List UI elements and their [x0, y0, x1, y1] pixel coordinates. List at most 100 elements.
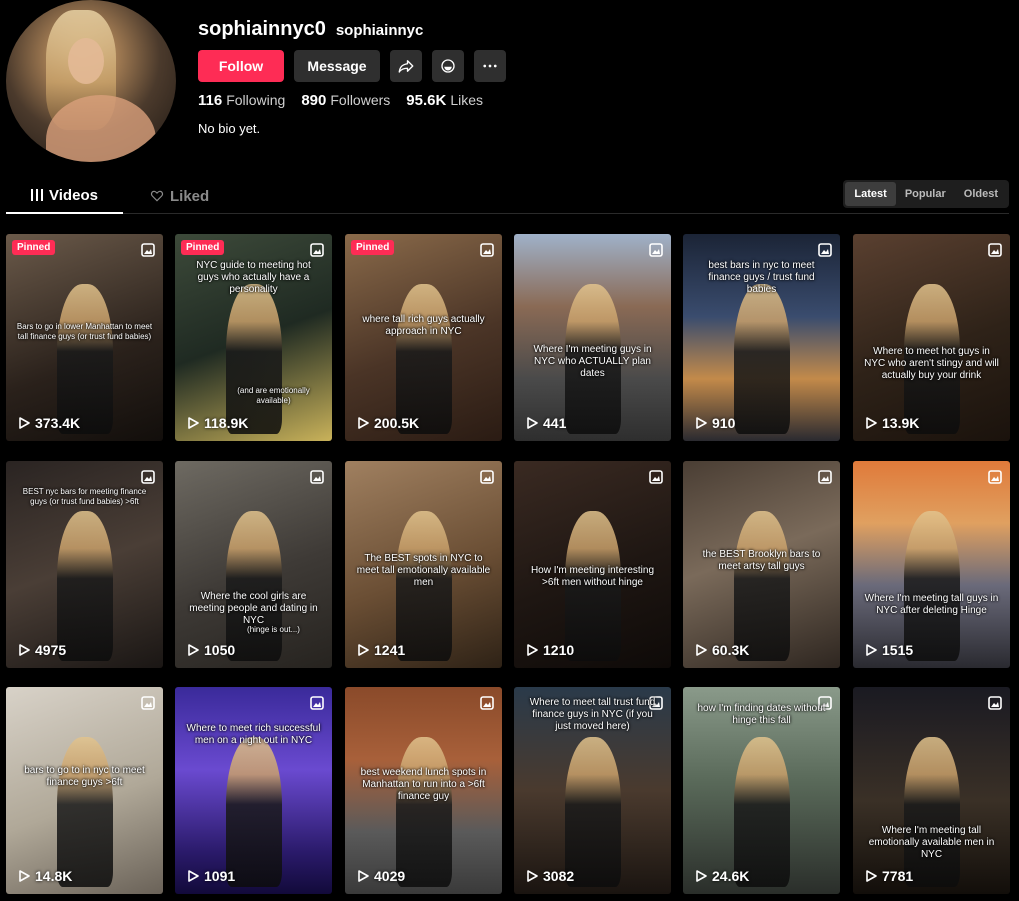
profile-bio: No bio yet. [198, 121, 261, 136]
sort-latest[interactable]: Latest [845, 182, 896, 206]
play-icon [19, 644, 30, 656]
thumbnail-figure [56, 511, 113, 661]
share-button[interactable] [390, 50, 422, 82]
view-count: 60.3K [695, 642, 749, 658]
nickname: sophiainnyc [335, 22, 424, 39]
video-card[interactable]: Where to meet tall trust fund finance gu… [514, 687, 671, 894]
thumbnail-figure [903, 511, 960, 661]
gallery-icon [480, 696, 494, 710]
view-count-value: 1091 [204, 868, 236, 884]
video-card[interactable]: best weekend lunch spots in Manhattan to… [345, 687, 502, 894]
view-count: 7781 [865, 868, 913, 884]
video-caption: Where I'm meeting guys in NYC who ACTUAL… [533, 344, 652, 379]
play-icon [527, 644, 538, 656]
video-caption: Bars to go in lower Manhattan to meet ta… [16, 322, 153, 341]
video-caption: Where to meet tall trust fund finance gu… [529, 697, 656, 732]
followers-stat[interactable]: 890 Followers [301, 92, 390, 109]
play-icon [358, 870, 369, 882]
sort-oldest[interactable]: Oldest [955, 182, 1007, 206]
gallery-icon [649, 470, 663, 484]
profile-stats: 116 Following 890 Followers 95.6K Likes [198, 92, 483, 109]
thumbnail-figure [56, 737, 113, 887]
thumbnail-figure [733, 511, 790, 661]
video-card[interactable]: best bars in nyc to meet finance guys / … [683, 234, 840, 441]
gallery-icon [988, 470, 1002, 484]
gallery-icon [480, 243, 494, 257]
video-card[interactable]: BEST nyc bars for meeting finance guys (… [6, 461, 163, 668]
video-caption: where tall rich guys actually approach i… [362, 314, 485, 337]
view-count-value: 1515 [882, 642, 914, 658]
gallery-icon [480, 470, 494, 484]
view-count: 118.9K [187, 415, 248, 431]
tab-videos-label: Videos [49, 186, 98, 204]
video-card[interactable]: the BEST Brooklyn bars to meet artsy tal… [683, 461, 840, 668]
thumbnail-figure [903, 737, 960, 887]
view-count: 1050 [187, 642, 235, 658]
video-card[interactable]: Where to meet rich successful men on a n… [175, 687, 332, 894]
tab-videos[interactable]: Videos [6, 178, 123, 214]
view-count: 13.9K [865, 415, 919, 431]
play-icon [188, 870, 199, 882]
view-count-value: 24.6K [712, 868, 750, 884]
following-stat[interactable]: 116 Following [198, 92, 285, 109]
video-card[interactable]: Where I'm meeting guys in NYC who ACTUAL… [514, 234, 671, 441]
view-count-value: 14.8K [35, 868, 73, 884]
video-card[interactable]: Where I'm meeting tall guys in NYC after… [853, 461, 1010, 668]
view-count: 24.6K [695, 868, 749, 884]
video-card[interactable]: Pinned NYC guide to meeting hot guys who … [175, 234, 332, 441]
more-dots-icon [483, 64, 497, 68]
view-count: 200.5K [357, 415, 419, 431]
more-options-button[interactable] [474, 50, 506, 82]
gallery-icon [310, 696, 324, 710]
video-caption: Where to meet rich successful men on a n… [186, 723, 321, 746]
video-caption: The BEST spots in NYC to meet tall emoti… [356, 553, 491, 588]
follow-button[interactable]: Follow [198, 50, 284, 82]
view-count: 3082 [526, 868, 574, 884]
sort-popular[interactable]: Popular [896, 182, 955, 206]
play-icon [866, 644, 877, 656]
view-count: 1515 [865, 642, 913, 658]
video-caption: Where I'm meeting tall guys in NYC after… [864, 593, 999, 616]
thumbnail-figure [733, 737, 790, 887]
view-count-value: 200.5K [374, 415, 420, 431]
view-count-value: 373.4K [35, 415, 81, 431]
gallery-icon [818, 470, 832, 484]
video-caption: Where to meet hot guys in NYC who aren't… [864, 346, 999, 381]
view-count-value: 4029 [374, 868, 406, 884]
video-card[interactable]: Where the cool girls are meeting people … [175, 461, 332, 668]
video-card[interactable]: Where to meet hot guys in NYC who aren't… [853, 234, 1010, 441]
video-card[interactable]: how I'm finding dates without hinge this… [683, 687, 840, 894]
gallery-icon [141, 243, 155, 257]
view-count-value: 441 [543, 415, 567, 431]
thumbnail-figure [564, 737, 621, 887]
profile-avatar[interactable] [6, 0, 176, 162]
video-card[interactable]: bars to go to in nyc to meet finance guy… [6, 687, 163, 894]
play-icon [19, 870, 30, 882]
message-button[interactable]: Message [294, 50, 380, 82]
thumbnail-figure [225, 284, 282, 434]
video-card[interactable]: Where I'm meeting tall emotionally avail… [853, 687, 1010, 894]
grid-icon [31, 189, 44, 201]
tab-liked[interactable]: Liked [150, 178, 209, 214]
thumbnail-figure [733, 284, 790, 434]
video-card[interactable]: The BEST spots in NYC to meet tall emoti… [345, 461, 502, 668]
username: sophiainnyc0 [198, 18, 326, 40]
view-count-value: 13.9K [882, 415, 920, 431]
view-count-value: 60.3K [712, 642, 750, 658]
view-count-value: 1050 [204, 642, 236, 658]
play-icon [866, 417, 877, 429]
pinned-badge: Pinned [351, 240, 395, 255]
view-count: 4029 [357, 868, 405, 884]
repost-button[interactable] [432, 50, 464, 82]
gallery-icon [818, 243, 832, 257]
gallery-icon [310, 470, 324, 484]
video-card[interactable]: Pinned where tall rich guys actually appr… [345, 234, 502, 441]
view-count: 1210 [526, 642, 574, 658]
thumbnail-figure [395, 284, 452, 434]
tab-liked-label: Liked [170, 187, 210, 205]
view-count-value: 910 [712, 415, 736, 431]
video-card[interactable]: Pinned Bars to go in lower Manhattan to m… [6, 234, 163, 441]
video-card[interactable]: How I'm meeting interesting >6ft men wit… [514, 461, 671, 668]
view-count: 373.4K [18, 415, 80, 431]
gallery-icon [141, 696, 155, 710]
